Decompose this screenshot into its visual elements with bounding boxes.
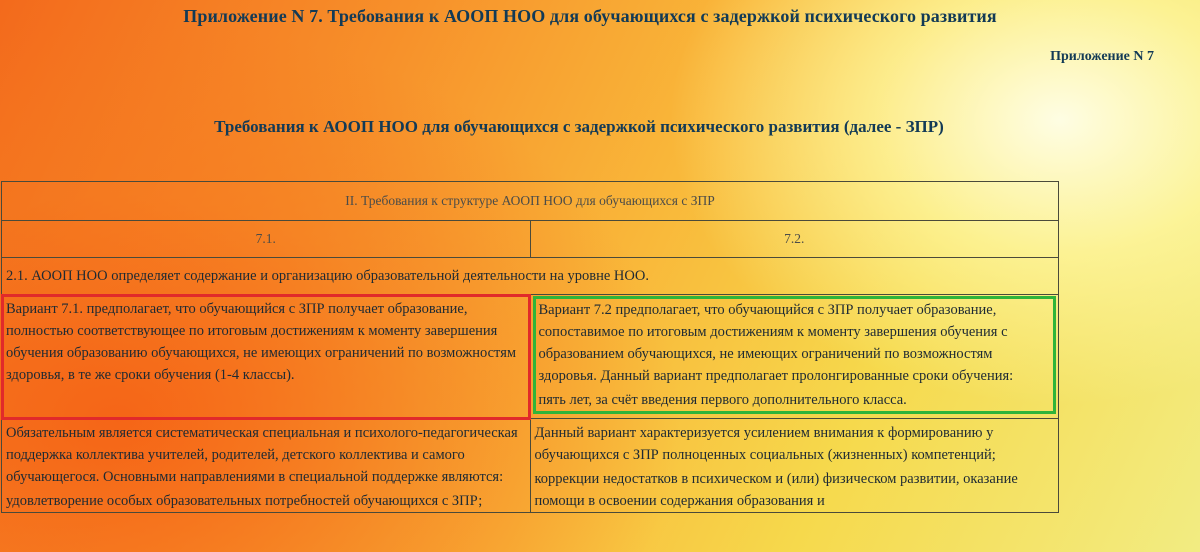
document-subtitle: Требования к АООП НОО для обучающихся с …	[214, 117, 944, 136]
variant-7-2-support-cell: Данный вариант характеризуется усилением…	[529, 418, 1059, 513]
table-variant-row: 7.1. 7.2.	[1, 220, 1059, 258]
table-header-cell: II. Требования к структуре АООП НОО для …	[1, 181, 1059, 221]
variant-7-2-description: Вариант 7.2 предполагает, что обучающийс…	[529, 294, 1059, 419]
document-page: Приложение N 7. Требования к АООП НОО дл…	[0, 0, 1200, 552]
variant-7-2-heading: 7.2.	[529, 220, 1059, 258]
variant-7-2-highlight: Вариант 7.2 предполагает, что обучающийс…	[532, 296, 1056, 414]
variant-7-1-support-text: Обязательным является систематическая сп…	[6, 425, 518, 485]
page-title: Приложение N 7. Требования к АООП НОО дл…	[183, 6, 997, 26]
variant-7-2-duration: пять лет, за счёт введения первого допол…	[538, 392, 907, 408]
variant-7-2-support-text: Данный вариант характеризуется усилением…	[534, 425, 996, 463]
table-row: Обязательным является систематическая сп…	[1, 418, 1059, 513]
variant-7-1-heading: 7.1.	[1, 220, 531, 258]
variant-7-1-support-cell: Обязательным является систематическая сп…	[1, 418, 531, 513]
table-section-row: 2.1. АООП НОО определяет содержание и ор…	[1, 257, 1059, 295]
variant-7-2-support-item: коррекции недостатков в психическом и (и…	[534, 471, 1018, 509]
variant-7-2-text: Вариант 7.2 предполагает, что обучающийс…	[538, 302, 1014, 384]
requirements-table: II. Требования к структуре АООП НОО для …	[0, 181, 1059, 513]
variant-7-1-support-item: удовлетворение особых образовательных по…	[6, 493, 483, 509]
variant-7-1-description: Вариант 7.1. предполагает, что обучающий…	[0, 293, 531, 420]
appendix-label: Приложение N 7	[1050, 49, 1154, 64]
table-row: Вариант 7.1. предполагает, что обучающий…	[0, 293, 1059, 420]
table-header-row: II. Требования к структуре АООП НОО для …	[1, 181, 1059, 221]
variant-7-1-text: Вариант 7.1. предполагает, что обучающий…	[6, 301, 517, 383]
section-2-1-cell: 2.1. АООП НОО определяет содержание и ор…	[1, 257, 1059, 295]
